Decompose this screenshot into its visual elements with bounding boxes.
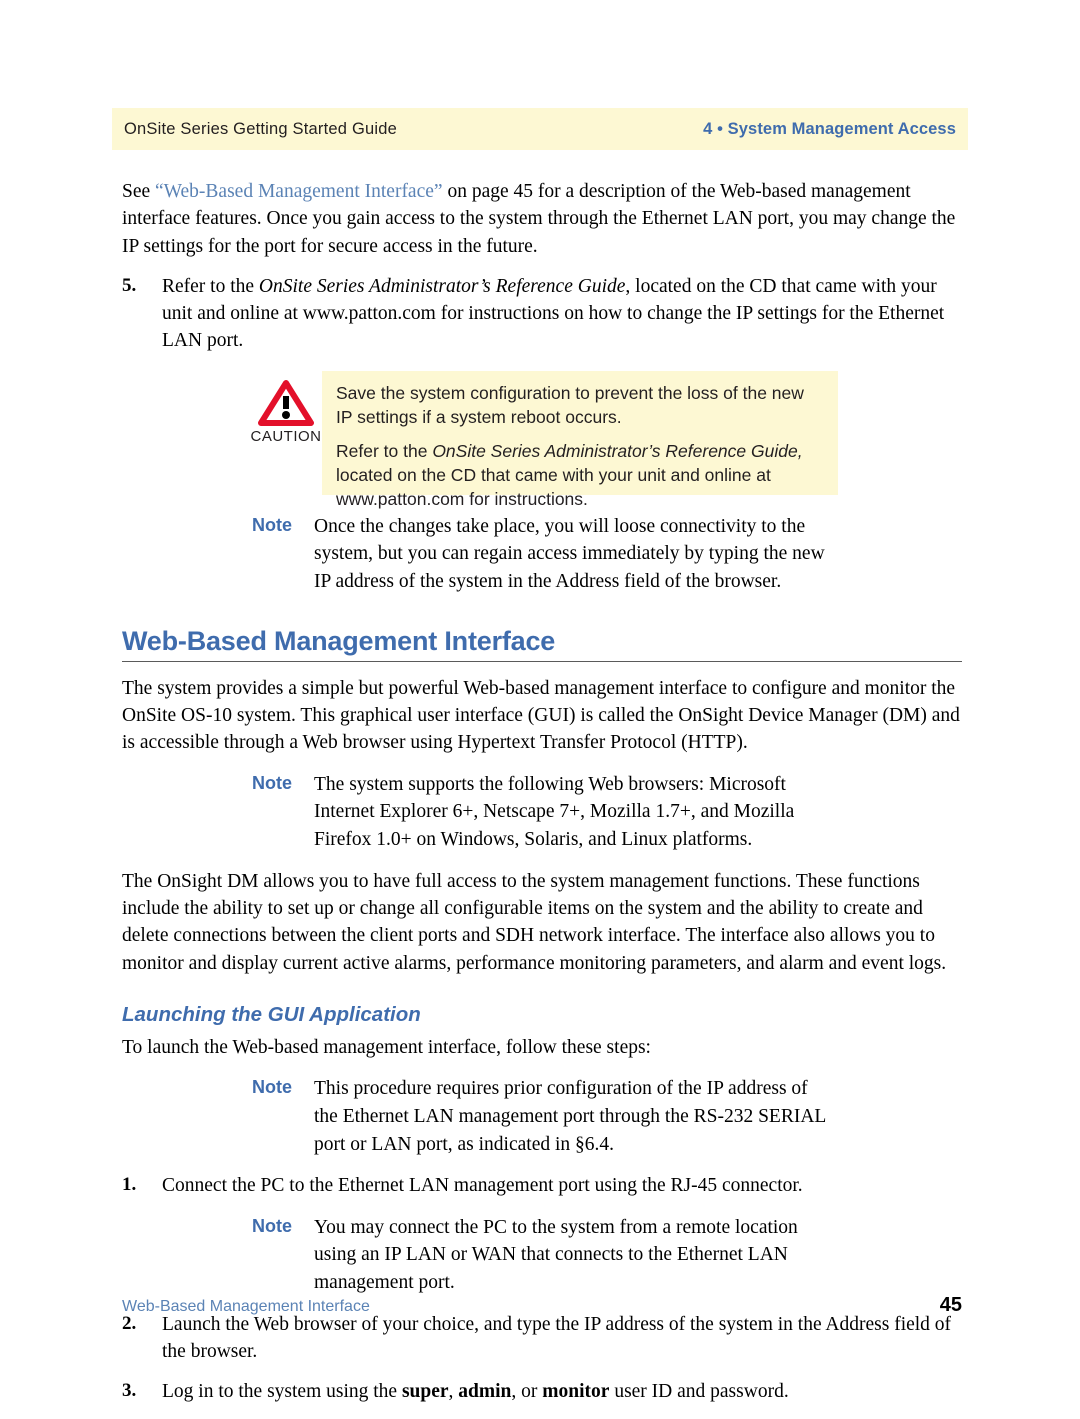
step-number: 1. [122, 1174, 137, 1196]
caution-paragraph-1: Save the system configuration to prevent… [336, 382, 804, 427]
caution-marker: CAUTION [250, 379, 322, 445]
step-text: Refer to the OnSite Series Administrator… [162, 273, 962, 355]
step5-part1: Refer to the [162, 275, 259, 297]
step3-part1: Log in to the system using the [162, 1381, 402, 1403]
step3-role-monitor: monitor [542, 1381, 610, 1403]
section-paragraph: The system provides a simple but powerfu… [122, 677, 960, 754]
intro-lead: See [122, 181, 156, 202]
step3-part4: user ID and password. [609, 1381, 789, 1403]
note-ip-config: Note This procedure requires prior confi… [122, 1075, 962, 1158]
page-footer: Web-Based Management Interface 45 [122, 1294, 962, 1317]
note-browsers: Note The system supports the following W… [122, 771, 962, 854]
step5-italic-title: OnSite Series Administrator’s Reference … [258, 275, 626, 297]
subsection-heading: Launching the GUI Application [122, 1002, 421, 1026]
step3-role-admin: admin [458, 1381, 512, 1403]
cross-reference-link[interactable]: “Web-Based Management Interface” [155, 181, 443, 202]
caution-box: Save the system configuration to prevent… [322, 370, 838, 509]
caution-label: CAUTION [250, 427, 322, 445]
footer-section-name: Web-Based Management Interface [122, 1298, 370, 1315]
step3-part3: , or [511, 1381, 543, 1403]
subsection-intro: To launch the Web-based management inter… [122, 1036, 651, 1058]
dm-paragraph: The OnSight DM allows you to have full a… [122, 870, 947, 974]
caution-p2-part1: Refer to the [336, 441, 433, 462]
footer-page-number: 45 [939, 1294, 962, 1316]
step3-part2: , [448, 1381, 459, 1403]
document-page: OnSite Series Getting Started Guide 4 • … [0, 0, 1080, 1402]
step3-role-super: super [401, 1381, 449, 1403]
note-text: This procedure requires prior configurat… [314, 1078, 826, 1155]
intro-paragraph: See “Web-Based Management Interface” on … [122, 178, 962, 260]
heading-rule [122, 660, 962, 662]
step-text: Log in to the system using the super, ad… [162, 1378, 962, 1405]
note-text: Once the changes take place, you will lo… [314, 515, 825, 593]
running-header: OnSite Series Getting Started Guide 4 • … [112, 108, 968, 150]
section-heading: Web-Based Management Interface [122, 625, 556, 656]
caution-callout: CAUTION Save the system configuration to… [122, 370, 962, 509]
caution-p2-part2: located on the CD that came with your un… [336, 465, 771, 509]
caution-paragraph-2: Refer to the OnSite Series Administrator… [336, 440, 824, 511]
header-guide-title: OnSite Series Getting Started Guide [124, 119, 397, 138]
step-number: 3. [122, 1380, 137, 1402]
note-text: You may connect the PC to the system fro… [314, 1216, 798, 1294]
note-label: Note [252, 772, 292, 793]
warning-triangle-icon [258, 379, 314, 426]
note-remote-connection: Note You may connect the PC to the syste… [122, 1214, 962, 1297]
step-number: 5. [122, 274, 137, 296]
list-item-step-1: 1. Connect the PC to the Ethernet LAN ma… [122, 1172, 962, 1199]
note-label: Note [252, 1215, 292, 1236]
note-connectivity: Note Once the changes take place, you wi… [122, 513, 962, 596]
page-content: See “Web-Based Management Interface” on … [122, 178, 962, 1419]
step-text: Connect the PC to the Ethernet LAN manag… [162, 1175, 803, 1197]
header-chapter-title: 4 • System Management Access [703, 119, 956, 138]
note-label: Note [252, 514, 292, 535]
list-item-step-3: 3. Log in to the system using the super,… [122, 1378, 962, 1405]
list-item-step-5: 5. Refer to the OnSite Series Administra… [122, 273, 962, 355]
step-text: Launch the Web browser of your choice, a… [162, 1313, 952, 1362]
step-number: 2. [122, 1312, 137, 1334]
note-text: The system supports the following Web br… [314, 773, 795, 851]
list-item-step-2: 2. Launch the Web browser of your choice… [122, 1311, 962, 1366]
caution-p2-italic: OnSite Series Administrator’s Reference … [432, 441, 803, 462]
note-label: Note [252, 1077, 292, 1098]
